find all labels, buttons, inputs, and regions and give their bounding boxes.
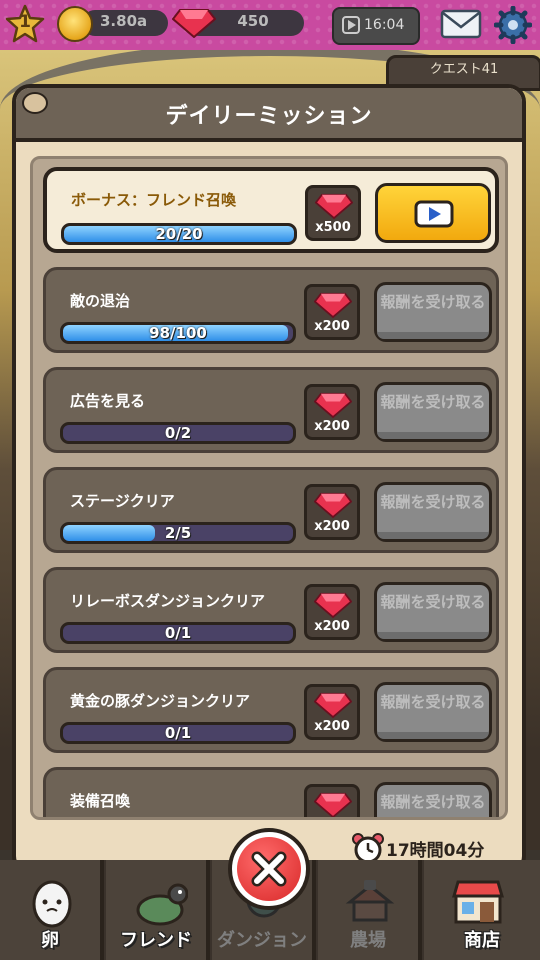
video-timer-button[interactable]: 16:04 (332, 7, 420, 45)
reward-box: x200 (304, 484, 360, 540)
mission-title: ステージクリア (70, 492, 175, 510)
modal-header: デイリーミッション (16, 88, 522, 142)
reward-amount: x200 (314, 519, 350, 534)
reward-box: x200 (304, 684, 360, 740)
reward-amount: x500 (315, 220, 351, 235)
reward-box: x200 (304, 284, 360, 340)
progress-text: 98/100 (149, 324, 207, 342)
progress-text: 0/1 (164, 724, 192, 742)
close-button[interactable] (228, 828, 310, 910)
reward-box: x200 (304, 584, 360, 640)
daily-mission-modal: デイリーミッション ボーナス：フレンド召喚 20/20 x500 敵の退治 98… (12, 84, 526, 874)
gem-icon (314, 392, 352, 419)
progress-bar: 0/2 (60, 422, 296, 444)
mission-row: 装備召喚 x200 報酬を受け取る (43, 767, 499, 820)
watch-video-button[interactable] (375, 183, 491, 243)
mission-row: 敵の退治 98/100 x200 報酬を受け取る (43, 267, 499, 353)
mission-row: ステージクリア 2/5 x200 報酬を受け取る (43, 467, 499, 553)
shop-icon (452, 880, 504, 924)
claim-reward-button[interactable]: 報酬を受け取る (374, 582, 492, 642)
mission-row: ボーナス：フレンド召喚 20/20 x500 (43, 167, 499, 253)
mission-title: 広告を見る (70, 392, 146, 410)
reward-amount: x200 (314, 619, 350, 634)
player-level: 1 (19, 12, 31, 32)
nav-label: 商店 (464, 930, 500, 951)
claim-reward-button[interactable]: 報酬を受け取る (374, 282, 492, 342)
modal-title: デイリーミッション (165, 104, 373, 129)
nav-tab-egg[interactable]: 卵 (0, 860, 104, 960)
nav-label: ダンジョン (217, 930, 307, 951)
progress-text: 0/2 (164, 424, 192, 442)
mission-title: 黄金の豚ダンジョンクリア (70, 692, 251, 710)
claim-reward-button[interactable]: 報酬を受け取る (374, 382, 492, 442)
progress-bar: 0/1 (60, 622, 296, 644)
nav-tab-farm[interactable]: 農場 (318, 860, 422, 960)
nav-label: 卵 (41, 930, 59, 951)
reward-box: x200 (304, 384, 360, 440)
gem-icon (314, 692, 352, 719)
claim-reward-button[interactable]: 報酬を受け取る (374, 682, 492, 742)
nav-label: 農場 (350, 930, 386, 951)
reward-amount: x200 (307, 819, 357, 820)
reward-amount: x200 (314, 319, 350, 334)
nav-label: フレンド (120, 930, 192, 951)
timer-text: 16:04 (364, 17, 405, 33)
mission-row: 黄金の豚ダンジョンクリア 0/1 x200 報酬を受け取る (43, 667, 499, 753)
coin-count: 3.80a (100, 12, 148, 30)
progress-text: 0/1 (164, 624, 192, 642)
reward-amount: x200 (314, 419, 350, 434)
reward-box: x200 (304, 784, 360, 820)
nav-tab-friend[interactable]: フレンド (106, 860, 210, 960)
video-timer-icon (342, 16, 360, 34)
progress-bar: 2/5 (60, 522, 296, 544)
claim-reward-button[interactable]: 報酬を受け取る (374, 482, 492, 542)
gem-icon (314, 592, 352, 619)
reward-amount: x200 (314, 719, 350, 734)
gem-icon (314, 492, 352, 519)
progress-text: 20/20 (155, 225, 203, 243)
gem-icon (172, 9, 216, 38)
close-icon (237, 837, 301, 901)
mail-icon[interactable] (440, 8, 482, 40)
gem-icon (314, 792, 352, 817)
mission-list[interactable]: ボーナス：フレンド召喚 20/20 x500 敵の退治 98/100 x200 … (30, 156, 508, 820)
egg-icon (32, 880, 72, 928)
play-video-icon (414, 200, 454, 228)
reset-countdown: 17時間04分 (386, 841, 485, 861)
mission-row: 広告を見る 0/2 x200 報酬を受け取る (43, 367, 499, 453)
gem-icon (314, 292, 352, 319)
farm-icon (345, 880, 395, 922)
progress-bar: 98/100 (60, 322, 296, 344)
progress-text: 2/5 (164, 524, 192, 542)
progress-bar: 20/20 (61, 223, 297, 245)
gem-icon (315, 193, 353, 220)
mission-title: リレーボスダンジョンクリア (70, 592, 266, 610)
mission-title: 敵の退治 (70, 292, 131, 310)
mission-title: 装備召喚 (70, 792, 131, 810)
gear-icon[interactable] (494, 6, 532, 44)
nav-tab-shop[interactable]: 商店 (424, 860, 540, 960)
mission-title: ボーナス：フレンド召喚 (71, 191, 237, 209)
coin-icon (57, 6, 93, 42)
progress-bar: 0/1 (60, 722, 296, 744)
claim-reward-button[interactable]: 報酬を受け取る (374, 782, 492, 817)
top-bar: 1 3.80a 450 16:04 (0, 0, 540, 50)
reward-box: x500 (305, 185, 361, 241)
turtle-icon (136, 883, 188, 926)
gem-count: 450 (237, 12, 269, 30)
mission-row: リレーボスダンジョンクリア 0/1 x200 報酬を受け取る (43, 567, 499, 653)
